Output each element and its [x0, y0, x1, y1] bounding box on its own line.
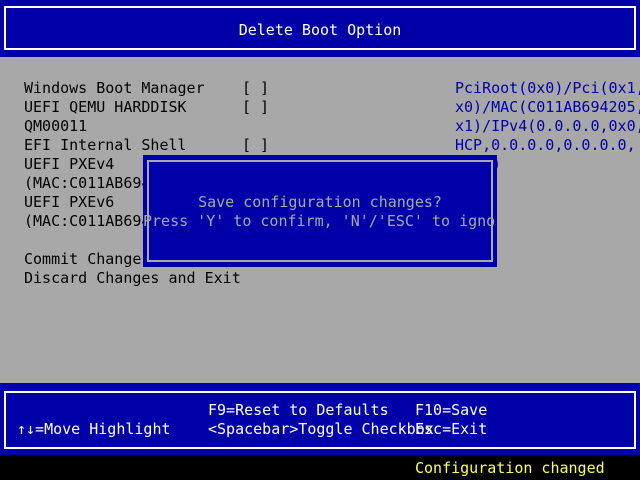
boot-option-windows-boot-manager[interactable]: Windows Boot Manager: [24, 79, 205, 97]
page-title: Delete Boot Option: [238, 21, 402, 39]
boot-option-uefi-pxev4[interactable]: UEFI PXEv4: [24, 155, 114, 173]
header-bar: Delete Boot Option: [0, 0, 640, 57]
status-bar: Configuration changed: [0, 455, 640, 480]
checkbox-efi-internal-shell[interactable]: [ ]: [242, 136, 269, 154]
help-text-line: x0)/MAC(C011AB694205,0: [455, 98, 640, 116]
status-message: Configuration changed: [415, 459, 605, 477]
checkbox-windows-boot-manager[interactable]: [ ]: [242, 79, 269, 97]
move-highlight-hint: ↑↓=Move Highlight: [17, 420, 171, 438]
help-text-line: PciRoot(0x0)/Pci(0x1,0: [455, 79, 640, 97]
footer-bar: F9=Reset to Defaults F10=Save ↑↓=Move Hi…: [0, 383, 640, 455]
boot-option-uefi-pxev6[interactable]: UEFI PXEv6: [24, 193, 114, 211]
toggle-checkbox-hint: <Spacebar>Toggle Checkbox: [208, 420, 434, 438]
save-confirm-dialog[interactable]: Save configuration changes? Press 'Y' to…: [143, 155, 523, 267]
boot-option-efi-internal-shell[interactable]: EFI Internal Shell: [24, 136, 187, 154]
f9-reset-hint: F9=Reset to Defaults: [208, 401, 389, 419]
boot-option-uefi-pxev4-mac: (MAC:C011AB6942: [24, 174, 160, 192]
dialog-message: Save configuration changes?: [198, 193, 442, 211]
dialog-frame: [147, 160, 493, 262]
dialog-instructions: Press 'Y' to confirm, 'N'/'ESC' to ignor…: [143, 212, 523, 230]
boot-option-uefi-qemu-harddisk[interactable]: UEFI QEMU HARDDISK: [24, 98, 187, 116]
help-text-line: HCP,0.0.0.0,0.0.0.0,: [455, 136, 636, 154]
f10-save-hint: F10=Save: [415, 401, 488, 419]
esc-exit-hint: Esc=Exit: [415, 420, 488, 438]
boot-option-uefi-qemu-harddisk-line2: QM00011: [24, 117, 88, 135]
help-text-line: x1)/IPv4(0.0.0.0,0x0,D: [455, 117, 640, 135]
checkbox-uefi-qemu-harddisk[interactable]: [ ]: [242, 98, 269, 116]
commit-changes-action[interactable]: Commit Changes: [24, 250, 150, 268]
boot-option-uefi-pxev6-mac: (MAC:C011AB6942: [24, 212, 160, 230]
discard-changes-action[interactable]: Discard Changes and Exit: [24, 269, 241, 287]
